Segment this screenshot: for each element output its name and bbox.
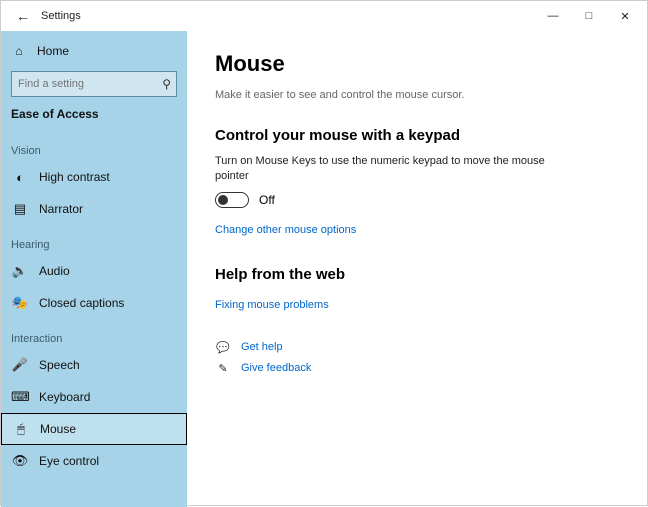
- sidebar-item-speech[interactable]: 🎤 Speech: [1, 349, 187, 381]
- search-icon: ⚲: [162, 77, 171, 91]
- page-title: Mouse: [215, 51, 619, 77]
- sidebar-item-keyboard[interactable]: ⌨ Keyboard: [1, 381, 187, 413]
- close-button[interactable]: ✕: [607, 2, 643, 30]
- main-content: Mouse Make it easier to see and control …: [187, 31, 647, 507]
- sidebar-group-hearing: Hearing: [1, 225, 187, 255]
- speech-icon: 🎤: [11, 357, 29, 373]
- sidebar-category: Ease of Access: [1, 105, 187, 131]
- sidebar-item-label: Eye control: [39, 454, 99, 468]
- minimize-button[interactable]: ―: [535, 2, 571, 30]
- sidebar-item-audio[interactable]: 🔉 Audio: [1, 255, 187, 287]
- sidebar-item-closed-captions[interactable]: 🎭 Closed captions: [1, 287, 187, 319]
- link-change-mouse-options[interactable]: Change other mouse options: [215, 224, 356, 236]
- search-input[interactable]: [11, 71, 177, 97]
- eye-icon: 👁: [11, 453, 29, 469]
- sidebar-item-label: Closed captions: [39, 296, 124, 310]
- mouse-keys-toggle-state: Off: [259, 193, 275, 207]
- high-contrast-icon: ◐: [11, 170, 29, 185]
- sidebar-item-label: High contrast: [39, 170, 110, 184]
- sidebar: ⌂ Home ⚲ Ease of Access Vision ◐ High co…: [1, 31, 187, 507]
- sidebar-item-narrator[interactable]: ▤ Narrator: [1, 193, 187, 225]
- mouse-keys-toggle[interactable]: [215, 192, 249, 208]
- sidebar-item-high-contrast[interactable]: ◐ High contrast: [1, 161, 187, 193]
- audio-icon: 🔉: [11, 263, 29, 279]
- sidebar-item-home[interactable]: ⌂ Home: [1, 37, 187, 65]
- sidebar-item-label: Speech: [39, 358, 80, 372]
- link-give-feedback[interactable]: Give feedback: [241, 362, 311, 374]
- window-title: Settings: [41, 10, 81, 22]
- sidebar-item-label: Mouse: [40, 422, 76, 436]
- sidebar-home-label: Home: [37, 44, 69, 58]
- sidebar-item-mouse[interactable]: 🖱 Mouse: [1, 413, 187, 445]
- sidebar-group-interaction: Interaction: [1, 319, 187, 349]
- sidebar-item-label: Audio: [39, 264, 70, 278]
- get-help-icon: 💬: [215, 341, 231, 354]
- section-heading-help-web: Help from the web: [215, 266, 619, 283]
- narrator-icon: ▤: [11, 201, 29, 217]
- link-get-help[interactable]: Get help: [241, 341, 283, 353]
- section-heading-keypad: Control your mouse with a keypad: [215, 127, 619, 144]
- feedback-icon: ✎: [215, 362, 231, 375]
- maximize-button[interactable]: □: [571, 2, 607, 30]
- mouse-icon: 🖱: [12, 421, 30, 437]
- page-subtitle: Make it easier to see and control the mo…: [215, 89, 619, 101]
- sidebar-group-vision: Vision: [1, 131, 187, 161]
- back-icon[interactable]: ←: [11, 8, 35, 24]
- section-desc-keypad: Turn on Mouse Keys to use the numeric ke…: [215, 154, 575, 184]
- title-bar: ← Settings ― □ ✕: [1, 1, 647, 31]
- link-fixing-mouse-problems[interactable]: Fixing mouse problems: [215, 299, 329, 311]
- sidebar-item-eye-control[interactable]: 👁 Eye control: [1, 445, 187, 477]
- keyboard-icon: ⌨: [11, 389, 29, 405]
- closed-caption-icon: 🎭: [11, 295, 29, 311]
- sidebar-item-label: Narrator: [39, 202, 83, 216]
- sidebar-item-label: Keyboard: [39, 390, 90, 404]
- home-icon: ⌂: [11, 44, 27, 58]
